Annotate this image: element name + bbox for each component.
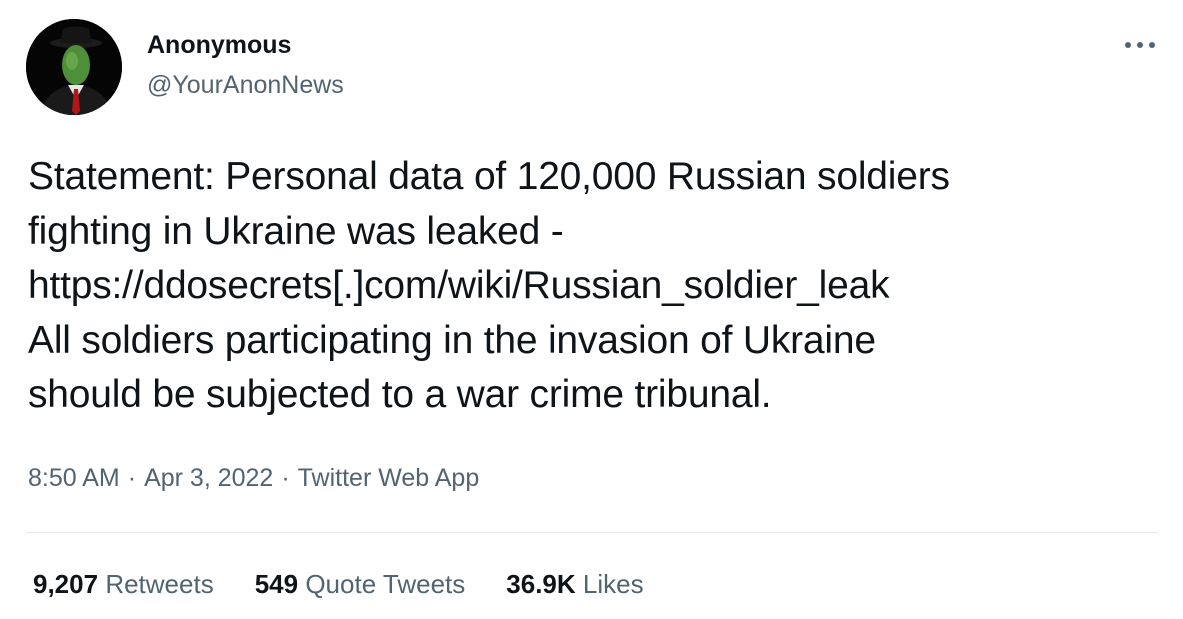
more-horizontal-icon — [1125, 42, 1155, 48]
quote-tweets-stat[interactable]: 549 Quote Tweets — [255, 568, 466, 600]
author-avatar[interactable] — [26, 19, 122, 115]
engagement-stats: 9,207 Retweets 549 Quote Tweets 36.9K Li… — [33, 568, 685, 600]
retweets-count: 9,207 — [33, 569, 99, 599]
meta-separator: · — [281, 464, 290, 492]
divider — [26, 532, 1158, 533]
likes-label: Likes — [582, 569, 644, 599]
quote-tweets-count: 549 — [254, 569, 299, 599]
quote-tweets-label: Quote Tweets — [305, 569, 466, 599]
more-options-button[interactable] — [1118, 30, 1162, 60]
author-handle[interactable]: @YourAnonNews — [147, 70, 344, 100]
tweet-source-link[interactable]: Twitter Web App — [298, 464, 480, 492]
likes-stat[interactable]: 36.9K Likes — [506, 568, 643, 600]
retweets-stat[interactable]: 9,207 Retweets — [33, 568, 214, 600]
meta-separator: · — [127, 464, 137, 492]
author-name[interactable]: Anonymous — [147, 30, 291, 60]
tweet-text: Statement: Personal data of 120,000 Russ… — [28, 155, 950, 416]
tweet-meta: 8:50 AM · Apr 3, 2022 · Twitter Web App — [28, 462, 479, 494]
tweet-card: Anonymous @YourAnonNews Statement: Perso… — [0, 0, 1183, 619]
tweet-date-link[interactable]: Apr 3, 2022 — [144, 464, 273, 492]
masked-figure-avatar-icon — [26, 19, 122, 115]
tweet-time-link[interactable]: 8:50 AM — [28, 464, 120, 492]
likes-count: 36.9K — [506, 569, 576, 599]
retweets-label: Retweets — [105, 569, 214, 599]
